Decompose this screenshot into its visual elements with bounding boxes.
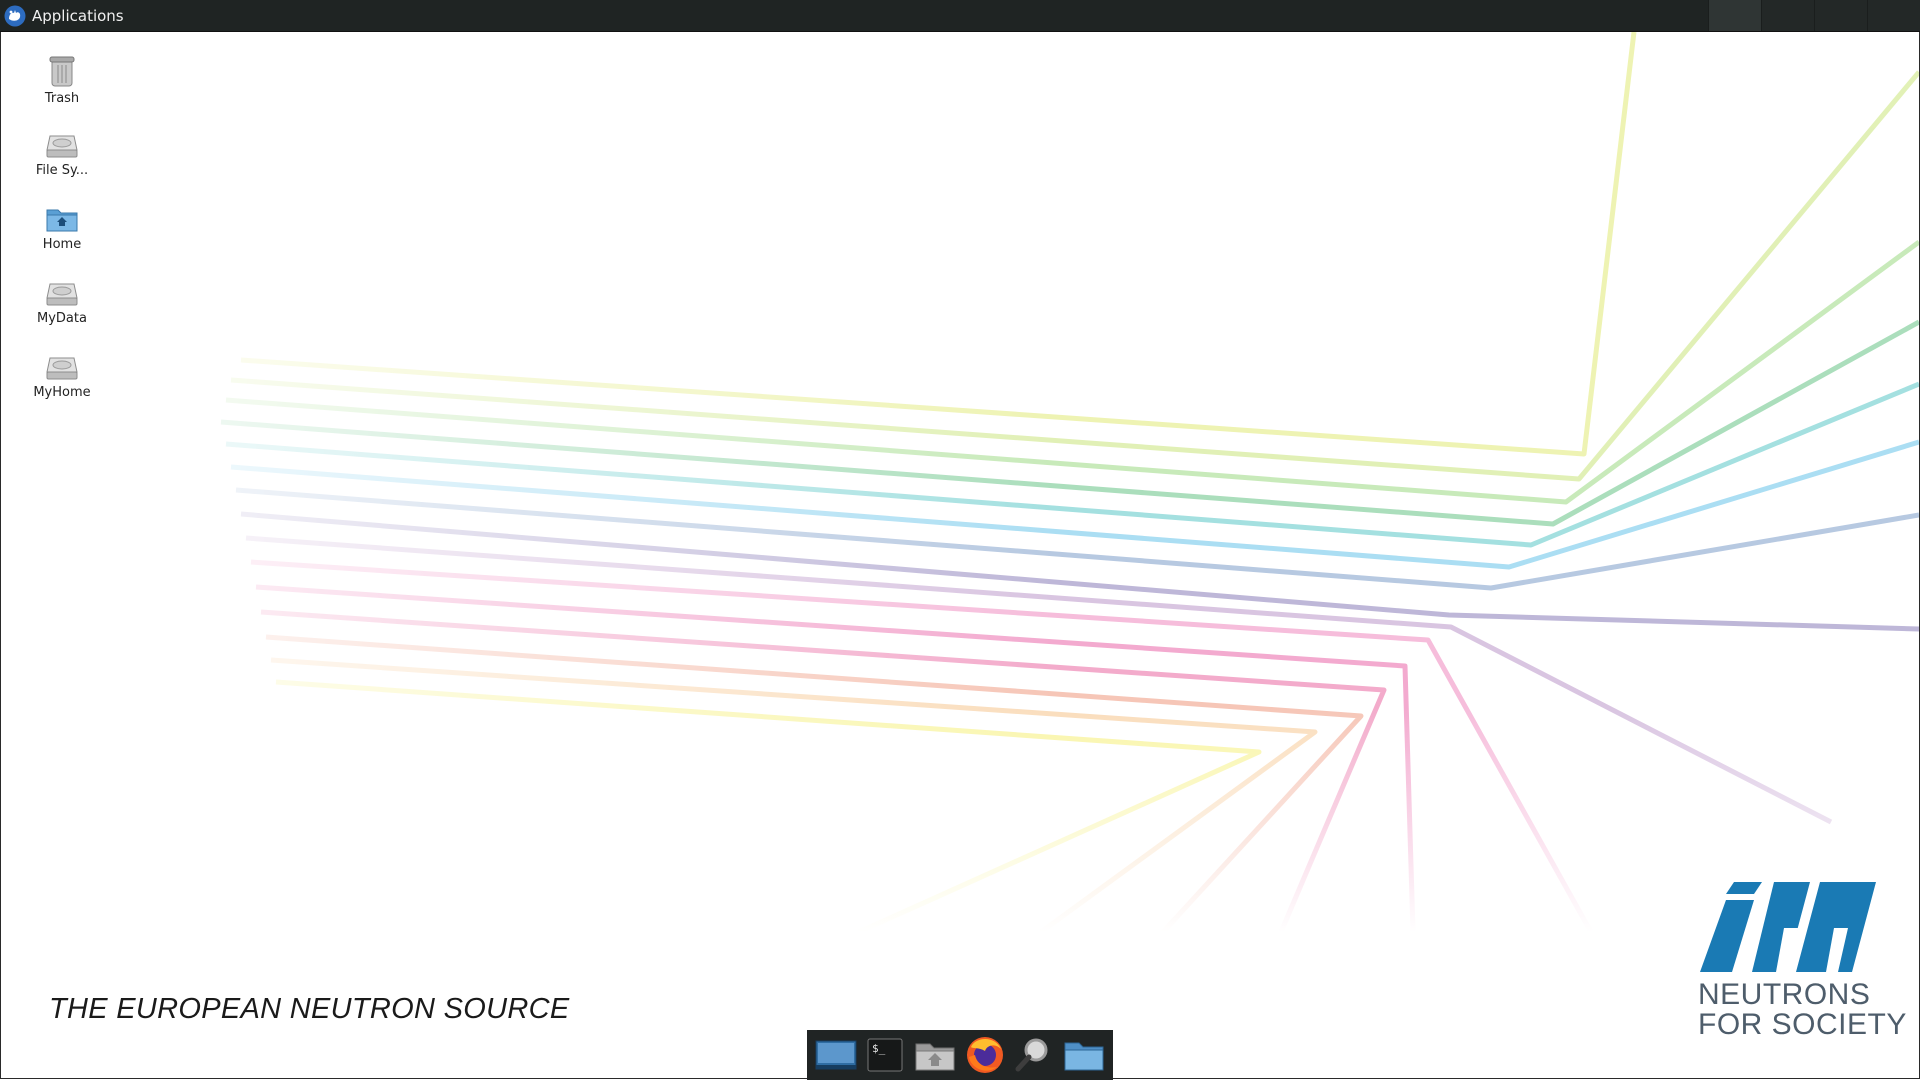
home-folder-icon — [46, 209, 78, 232]
desktop-icon-myhome[interactable]: MyHome — [21, 352, 103, 400]
desktop-icon-label: Home — [42, 237, 82, 252]
slogan-line-1: NEUTRONS — [1698, 978, 1871, 1011]
workspace-switcher — [1708, 0, 1920, 31]
search-icon — [1015, 1038, 1048, 1072]
applications-menu[interactable]: Applications — [2, 0, 130, 31]
terminal-button[interactable]: $_ — [862, 1032, 908, 1078]
drive-icon — [46, 283, 78, 306]
workspace-3[interactable] — [1814, 0, 1867, 31]
slogan-line-2: FOR SOCIETY — [1698, 1008, 1907, 1041]
firefox-button[interactable] — [962, 1032, 1008, 1078]
workspace-2[interactable] — [1761, 0, 1814, 31]
search-button[interactable] — [1011, 1032, 1057, 1078]
show-desktop-icon — [815, 1040, 857, 1070]
drive-icon — [46, 357, 78, 380]
desktop-icon-label: MyData — [37, 311, 87, 326]
home-folder-icon — [915, 1043, 955, 1071]
desktop-icon-home[interactable]: Home — [21, 204, 103, 252]
terminal-icon: $_ — [867, 1038, 903, 1072]
trash-icon — [49, 56, 75, 87]
desktop[interactable]: Trash File Sy... Home MyData MyHome — [0, 32, 1920, 1079]
ill-logo-icon — [1700, 882, 1876, 972]
home-folder-button[interactable] — [912, 1032, 958, 1078]
desktop-icon-mydata[interactable]: MyData — [21, 278, 103, 326]
bottom-dock: $_ — [807, 1030, 1113, 1080]
files-icon — [1064, 1042, 1104, 1071]
desktop-icon-label: File Sy... — [35, 163, 89, 178]
top-panel: Applications — [0, 0, 1920, 32]
wallpaper-lines — [1, 32, 1919, 1078]
applications-label: Applications — [32, 6, 124, 25]
xfce-logo-icon — [4, 5, 26, 26]
firefox-icon — [966, 1037, 1003, 1073]
desktop-icon-trash[interactable]: Trash — [21, 54, 103, 106]
workspace-1[interactable] — [1708, 0, 1761, 31]
desktop-icon-label: MyHome — [33, 385, 91, 400]
files-button[interactable] — [1061, 1032, 1107, 1078]
drive-icon — [46, 135, 78, 158]
workspace-4[interactable] — [1867, 0, 1920, 31]
desktop-icon-label: Trash — [44, 91, 80, 106]
wallpaper-tagline: THE EUROPEAN NEUTRON SOURCE — [49, 993, 570, 1025]
desktop-icon-filesystem[interactable]: File Sy... — [21, 130, 103, 178]
show-desktop-button[interactable] — [813, 1032, 859, 1078]
svg-text:$_: $_ — [872, 1042, 886, 1055]
